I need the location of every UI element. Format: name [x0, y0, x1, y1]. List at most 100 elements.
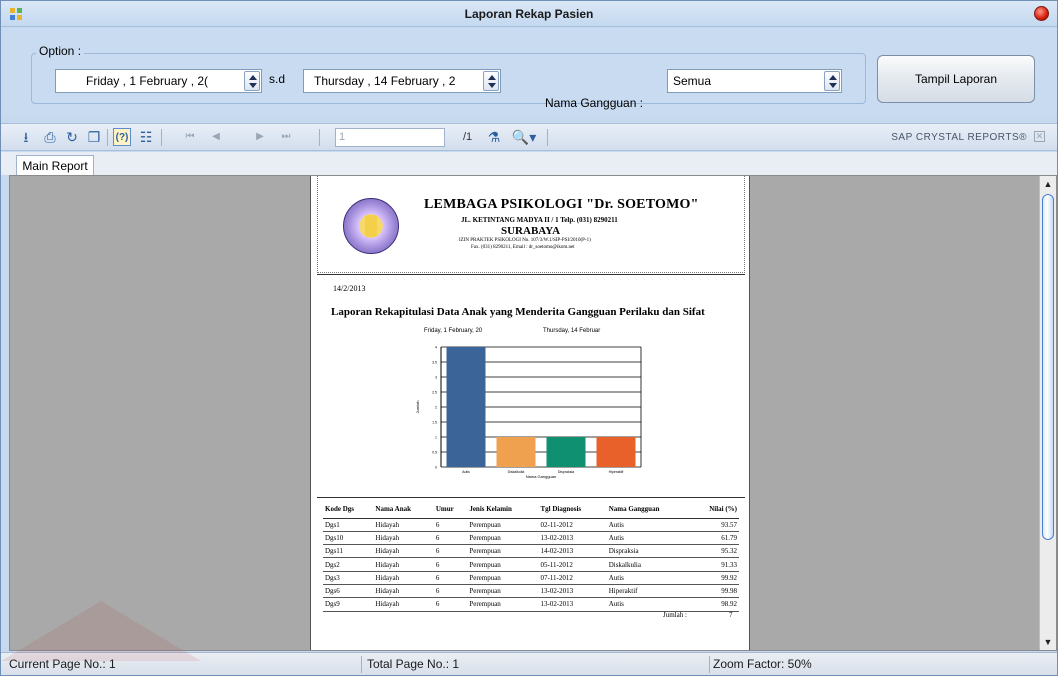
- table-cell: Diskalkulia: [606, 557, 691, 572]
- sap-crystal-reports-brand: SAP CRYSTAL REPORTS®: [891, 132, 1027, 143]
- table-cell: 98.92: [690, 597, 739, 612]
- zoom-status: Zoom Factor: 50%: [713, 657, 812, 671]
- column-header: Nama Gangguan: [606, 500, 691, 519]
- close-view-icon[interactable]: ✕: [1034, 131, 1045, 142]
- table-row: Dgs11 Hidayah 6 Perempuan 14-02-2013 Dispraks…: [323, 544, 739, 559]
- total-page-status: Total Page No.: 1: [367, 657, 460, 671]
- help-icon[interactable]: (?): [113, 128, 131, 146]
- period-from: Friday, 1 February, 20: [424, 328, 483, 334]
- export-icon[interactable]: ⭳: [17, 128, 35, 146]
- previous-page-icon[interactable]: ◀: [207, 128, 225, 146]
- status-divider: [709, 656, 710, 673]
- table-cell: Autis: [606, 597, 691, 612]
- table-cell: 61.79: [690, 531, 739, 546]
- date-from-spin-icon[interactable]: [244, 71, 260, 91]
- table-cell: 05-11-2012: [538, 557, 607, 572]
- table-cell: 6: [433, 531, 468, 546]
- report-page: LEMBAGA PSIKOLOGI "Dr. SOETOMO" JL. KETI…: [310, 176, 750, 650]
- scroll-down-icon[interactable]: ▼: [1040, 634, 1056, 650]
- column-header: Kode Dgs: [323, 500, 374, 519]
- org-name: LEMBAGA PSIKOLOGI "Dr. SOETOMO": [424, 197, 699, 212]
- page-total: /1: [463, 131, 473, 143]
- table-row: Dgs10 Hidayah 6 Perempuan 13-02-2013 Autis 61.…: [323, 531, 739, 546]
- nama-gangguan-label: Nama Gangguan :: [545, 96, 644, 110]
- x-tick-label: Dispraksia: [558, 470, 574, 474]
- date-from-picker[interactable]: Friday , 1 February , 2(: [55, 69, 262, 93]
- table-cell: Perempuan: [467, 531, 539, 546]
- print-icon[interactable]: ⎙: [41, 128, 59, 146]
- bar-dispraksia: [546, 437, 586, 467]
- table-cell: 6: [433, 557, 468, 572]
- table-cell: Autis: [606, 518, 691, 532]
- copy-icon[interactable]: ❐: [85, 128, 103, 146]
- report-title: Laporan Rekapitulasi Data Anak yang Mend…: [331, 306, 705, 318]
- tab-strip: Main Report: [1, 152, 1057, 176]
- table-cell: Perempuan: [467, 571, 539, 585]
- table-cell: Hidayah: [373, 597, 434, 612]
- tab-main-report[interactable]: Main Report: [16, 155, 94, 176]
- date-from-value: Friday , 1 February , 2(: [86, 74, 209, 88]
- refresh-icon[interactable]: ↻: [63, 128, 81, 146]
- date-to-picker[interactable]: Thursday , 14 February , 2: [303, 69, 501, 93]
- table-cell: Hidayah: [373, 557, 434, 572]
- date-to-spin-icon[interactable]: [483, 71, 499, 91]
- y-tick-label: 3: [435, 376, 437, 380]
- toolbar-separator: [547, 129, 548, 146]
- group-tree-icon[interactable]: ☷: [137, 128, 155, 146]
- tampil-laporan-button[interactable]: Tampil Laporan: [877, 55, 1035, 103]
- title-bar: Laporan Rekap Pasien: [1, 1, 1057, 27]
- y-tick-label: 0: [435, 466, 437, 470]
- watermark-shape: [1, 601, 201, 661]
- column-header: Nama Anak: [373, 500, 434, 519]
- table-cell: Dispraksia: [606, 544, 691, 559]
- table-cell: Perempuan: [467, 584, 539, 599]
- last-page-icon[interactable]: ⏭: [277, 128, 295, 146]
- table-cell: 6: [433, 544, 468, 559]
- y-tick-label: 1.5: [432, 421, 437, 425]
- table-cell: 6: [433, 597, 468, 612]
- column-header: Nilai (%): [690, 500, 739, 519]
- gangguan-dropdown-icon[interactable]: [824, 71, 840, 91]
- table-cell: Hidayah: [373, 544, 434, 559]
- table-cell: Perempuan: [467, 557, 539, 572]
- report-toolbar: ⭳ ⎙ ↻ ❐ (?) ☷ ⏮ ◀ ▶ ⏭ 1 /1 ⚗ 🔍▾ SAP CRYS…: [1, 123, 1057, 151]
- psikologi-logo: [343, 198, 399, 254]
- table-cell: Hidayah: [373, 584, 434, 599]
- report-window: Laporan Rekap Pasien Option : Friday , 1…: [0, 0, 1058, 676]
- header-divider: [317, 274, 745, 275]
- table-row: Dgs6 Hidayah 6 Perempuan 13-02-2013 Hiperakti…: [323, 584, 739, 599]
- table-cell: Perempuan: [467, 597, 539, 612]
- table-cell: Dgs10: [323, 531, 374, 546]
- table-cell: Hidayah: [373, 531, 434, 546]
- next-page-icon[interactable]: ▶: [251, 128, 269, 146]
- table-cell: Dgs11: [323, 544, 374, 559]
- table-row: Dgs3 Hidayah 6 Perempuan 07-11-2012 Autis 99.9…: [323, 571, 739, 585]
- y-axis-label: Jumlah: [415, 401, 420, 414]
- scroll-up-icon[interactable]: ▲: [1040, 176, 1056, 192]
- table-cell: 6: [433, 571, 468, 585]
- find-icon[interactable]: ⚗: [485, 128, 503, 146]
- report-date: 14/2/2013: [333, 284, 366, 293]
- y-tick-label: 3.5: [432, 361, 437, 365]
- table-cell: Perempuan: [467, 518, 539, 532]
- toolbar-separator: [107, 129, 108, 146]
- scroll-thumb[interactable]: [1042, 194, 1054, 540]
- toolbar-separator: [319, 129, 320, 146]
- gangguan-select[interactable]: Semua: [667, 69, 842, 93]
- x-tick-label: Hiperaktif: [609, 470, 624, 474]
- table-header-row: Kode Dgs Nama Anak Umur Jenis Kelamin Tgl Di…: [323, 500, 739, 519]
- date-to-value: Thursday , 14 February , 2: [314, 74, 456, 88]
- table-cell: 95.32: [690, 544, 739, 559]
- table-cell: 91.33: [690, 557, 739, 572]
- close-icon[interactable]: [1034, 6, 1049, 21]
- report-viewer[interactable]: LEMBAGA PSIKOLOGI "Dr. SOETOMO" JL. KETI…: [9, 175, 1057, 651]
- table-cell: 6: [433, 518, 468, 532]
- org-city: SURABAYA: [501, 225, 561, 237]
- vertical-scrollbar[interactable]: ▲ ▼: [1039, 176, 1056, 650]
- y-tick-label: 2.5: [432, 391, 437, 395]
- page-number-input[interactable]: 1: [335, 128, 445, 147]
- window-title: Laporan Rekap Pasien: [464, 7, 594, 21]
- zoom-icon[interactable]: 🔍▾: [509, 128, 539, 146]
- jumlah-value: 7: [729, 611, 733, 619]
- first-page-icon[interactable]: ⏮: [181, 128, 199, 146]
